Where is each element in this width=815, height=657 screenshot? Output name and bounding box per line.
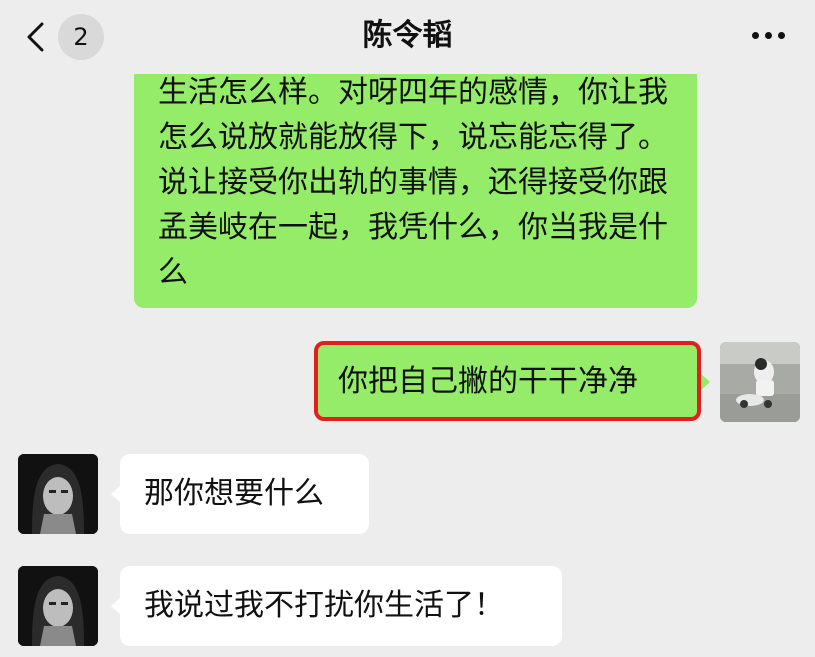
- avatar-self[interactable]: [720, 342, 800, 422]
- message-bubble-contact[interactable]: 我说过我不打扰你生活了！: [120, 566, 562, 646]
- message-text: 那你想要什么: [144, 476, 324, 511]
- message-bubble-contact[interactable]: 那你想要什么: [120, 454, 369, 534]
- message-bubble-self-long[interactable]: 生活怎么样。对呀四年的感情，你让我怎么说放就能放得下，说忘能忘得了。说让接受你出…: [134, 40, 697, 308]
- chat-header: 2 陈令韬: [0, 0, 815, 74]
- bubble-tail: [111, 598, 120, 614]
- message-text: 你把自己撇的干干净净: [338, 364, 638, 399]
- more-dots-icon: [752, 32, 759, 39]
- bubble-tail: [111, 486, 120, 502]
- avatar-contact[interactable]: [18, 454, 98, 534]
- message-text: 我说过我不打扰你生活了！: [144, 588, 504, 623]
- more-button[interactable]: [748, 22, 790, 48]
- avatar-image: [720, 342, 800, 422]
- chat-title: 陈令韬: [362, 18, 453, 53]
- avatar-image: [18, 566, 98, 646]
- message-bubble-self-highlighted[interactable]: 你把自己撇的干干净净: [314, 341, 701, 421]
- message-text: 生活怎么样。对呀四年的感情，你让我怎么说放就能放得下，说忘能忘得了。说让接受你出…: [158, 75, 668, 290]
- avatar-image: [18, 454, 98, 534]
- bubble-tail: [701, 374, 710, 390]
- avatar-contact[interactable]: [18, 566, 98, 646]
